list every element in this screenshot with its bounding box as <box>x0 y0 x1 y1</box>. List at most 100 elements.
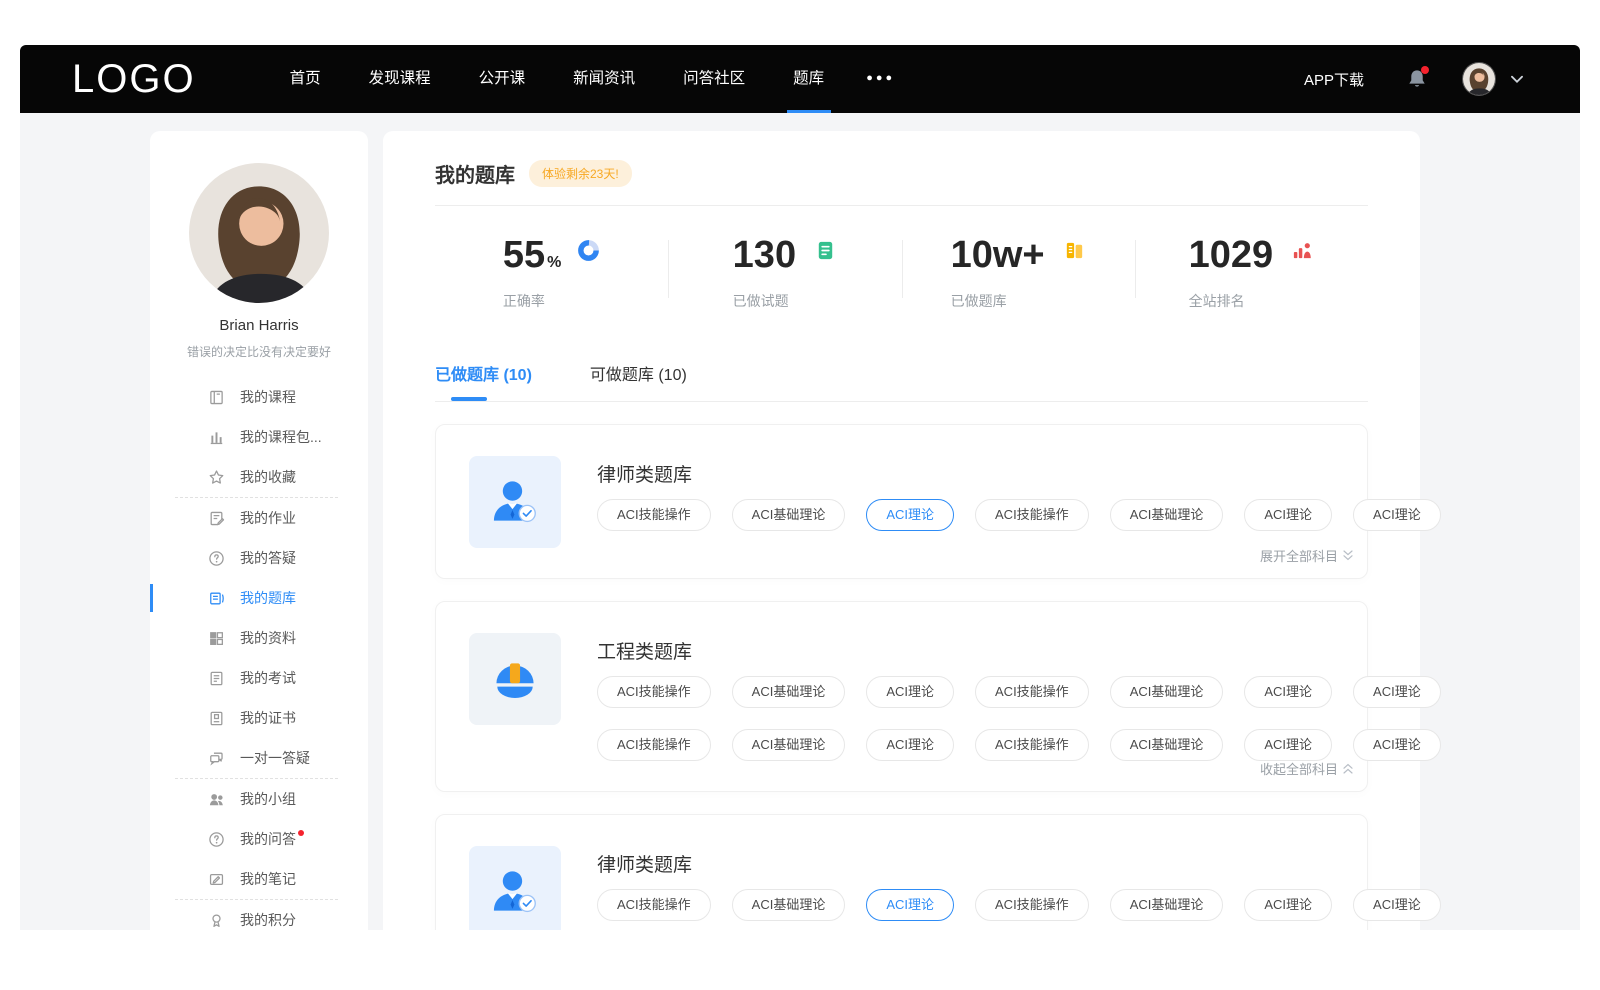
subject-tag[interactable]: ACI理论 <box>1244 676 1332 708</box>
subject-tag[interactable]: ACI基础理论 <box>732 889 846 921</box>
nav-item[interactable]: 新闻资讯 <box>549 45 659 113</box>
bank-card[interactable]: 律师类题库 ACI技能操作ACI基础理论ACI理论ACI技能操作ACI基础理论A… <box>435 424 1368 579</box>
sidebar-item[interactable]: 一对一答疑 <box>150 738 368 778</box>
logo: LOGO <box>72 57 196 102</box>
sidebar-item[interactable]: 我的资料 <box>150 618 368 658</box>
avatar-photo <box>189 163 329 303</box>
sidebar-item[interactable]: 我的题库 <box>150 578 368 618</box>
user-avatar[interactable] <box>1462 62 1496 96</box>
sidebar-item[interactable]: 我的问答 <box>150 819 368 859</box>
sidebar-item[interactable]: 我的笔记 <box>150 859 368 899</box>
tab[interactable]: 已做题库 (10) <box>435 361 532 401</box>
stat: 130 已做试题 <box>668 236 901 311</box>
homework-icon <box>208 510 225 527</box>
stat: 10w+ 已做题库 <box>902 236 1135 311</box>
subject-tag[interactable]: ACI理论 <box>866 676 954 708</box>
notifications-button[interactable] <box>1406 68 1428 90</box>
subject-tag[interactable]: ACI理论 <box>1244 729 1332 761</box>
stat-label: 已做试题 <box>733 291 837 311</box>
subject-tag[interactable]: ACI基础理论 <box>1110 499 1224 531</box>
rank-icon <box>1291 239 1314 262</box>
chevron-down-icon[interactable] <box>1510 75 1524 84</box>
nav-item-label: 公开课 <box>479 70 526 87</box>
stat-suffix: % <box>547 254 561 272</box>
expand-subjects-link[interactable]: 展开全部科目 <box>1260 546 1353 565</box>
notification-dot <box>1421 66 1429 74</box>
sidebar-item[interactable]: 我的答疑 <box>150 538 368 578</box>
app-download-link[interactable]: APP下载 <box>1304 69 1364 90</box>
engineer-icon <box>488 652 542 706</box>
nav-more-button[interactable]: ●●● <box>848 45 913 113</box>
nav-item[interactable]: 问答社区 <box>659 45 769 113</box>
subject-tag[interactable]: ACI基础理论 <box>1110 676 1224 708</box>
subject-tag[interactable]: ACI技能操作 <box>975 676 1089 708</box>
nav-item[interactable]: 公开课 <box>455 45 550 113</box>
subject-tag[interactable]: ACI技能操作 <box>975 889 1089 921</box>
sidebar-item[interactable]: 我的课程包... <box>150 417 368 457</box>
chat-icon <box>208 750 225 767</box>
group-icon <box>208 791 225 808</box>
nav-item[interactable]: 题库 <box>769 45 848 113</box>
tab[interactable]: 可做题库 (10) <box>590 361 687 401</box>
sidebar-item-label: 我的答疑 <box>240 548 296 568</box>
star-icon <box>208 469 225 486</box>
bank-icon-box <box>469 633 561 725</box>
subject-tag[interactable]: ACI基础理论 <box>732 676 846 708</box>
subject-tag[interactable]: ACI理论 <box>866 729 954 761</box>
collapse-subjects-link[interactable]: 收起全部科目 <box>1260 759 1353 778</box>
paper-icon <box>814 239 837 262</box>
stat: 55 % 正确率 <box>435 236 668 311</box>
bank-title: 律师类题库 <box>597 460 1441 487</box>
tag-row: ACI技能操作 ACI基础理论 ACI理论 ACI技能操作 ACI基础理论 ACI理论 AC… <box>597 729 1441 761</box>
tabs: 已做题库 (10) 可做题库 (10) <box>435 361 1368 401</box>
nav-item-label: 问答社区 <box>683 70 745 87</box>
tag-row: ACI技能操作 ACI基础理论 ACI理论 ACI技能操作 ACI基础理论 ACI理论 AC… <box>597 499 1441 531</box>
subject-tag[interactable]: ACI理论 <box>1244 499 1332 531</box>
sidebar-item[interactable]: 我的考试 <box>150 658 368 698</box>
sidebar-item-label: 我的课程 <box>240 387 296 407</box>
nav-item-label: 题库 <box>793 70 824 87</box>
sidebar-item[interactable]: 我的收藏 <box>150 457 368 497</box>
subject-tag[interactable]: ACI理论 <box>866 499 954 531</box>
subject-tag[interactable]: ACI基础理论 <box>732 729 846 761</box>
sidebar-item[interactable]: 我的课程 <box>150 377 368 417</box>
subject-tag[interactable]: ACI理论 <box>1244 889 1332 921</box>
stat-label: 全站排名 <box>1189 291 1315 311</box>
footer-label: 展开全部科目 <box>1260 546 1338 565</box>
subject-tag[interactable]: ACI基础理论 <box>1110 729 1224 761</box>
subject-tag[interactable]: ACI理论 <box>1353 499 1441 531</box>
stat: 1029 全站排名 <box>1135 236 1368 311</box>
nav-item-label: 首页 <box>290 70 321 87</box>
subject-tag[interactable]: ACI技能操作 <box>975 729 1089 761</box>
sidebar-menu: 我的课程 我的课程包... 我的收藏 我的作业 我的答疑 我的题库 我的资料 我… <box>150 377 368 930</box>
sidebar-item[interactable]: 我的积分 <box>150 900 368 930</box>
sidebar-item[interactable]: 我的证书 <box>150 698 368 738</box>
nav-items: 首页 发现课程 公开课 新闻资讯 问答社区 题库 <box>266 45 849 113</box>
nav-item[interactable]: 首页 <box>266 45 345 113</box>
subject-tag[interactable]: ACI理论 <box>1353 676 1441 708</box>
subject-tag[interactable]: ACI基础理论 <box>732 499 846 531</box>
subject-tag[interactable]: ACI技能操作 <box>597 676 711 708</box>
page-body: Brian Harris 错误的决定比没有决定要好 我的课程 我的课程包... … <box>20 113 1580 930</box>
bank-card[interactable]: 律师类题库 ACI技能操作ACI基础理论ACI理论ACI技能操作ACI基础理论A… <box>435 814 1368 930</box>
books-icon <box>1063 239 1086 262</box>
subject-tag[interactable]: ACI基础理论 <box>1110 889 1224 921</box>
nav-item[interactable]: 发现课程 <box>345 45 455 113</box>
subject-tag[interactable]: ACI技能操作 <box>975 499 1089 531</box>
app-window: LOGO 首页 发现课程 公开课 新闻资讯 问答社区 题库 ●●● APP下载 Brian… <box>20 45 1580 930</box>
nav-right: APP下载 <box>1304 62 1524 96</box>
subject-tags: ACI技能操作 ACI基础理论 ACI理论 ACI技能操作 ACI基础理论 ACI理论 AC… <box>597 889 1441 921</box>
subject-tag[interactable]: ACI理论 <box>1353 729 1441 761</box>
sidebar-item[interactable]: 我的作业 <box>150 498 368 538</box>
subject-tag[interactable]: ACI理论 <box>866 889 954 921</box>
subject-tag[interactable]: ACI技能操作 <box>597 889 711 921</box>
profile-avatar <box>189 163 329 303</box>
bank-card[interactable]: 工程类题库 ACI技能操作ACI基础理论ACI理论ACI技能操作ACI基础理论A… <box>435 601 1368 792</box>
stat-label: 正确率 <box>503 291 601 311</box>
lawyer-icon <box>488 865 542 919</box>
sidebar-item[interactable]: 我的小组 <box>150 779 368 819</box>
subject-tag[interactable]: ACI理论 <box>1353 889 1441 921</box>
bank-card-list: 律师类题库 ACI技能操作ACI基础理论ACI理论ACI技能操作ACI基础理论A… <box>435 424 1368 930</box>
subject-tag[interactable]: ACI技能操作 <box>597 499 711 531</box>
subject-tag[interactable]: ACI技能操作 <box>597 729 711 761</box>
